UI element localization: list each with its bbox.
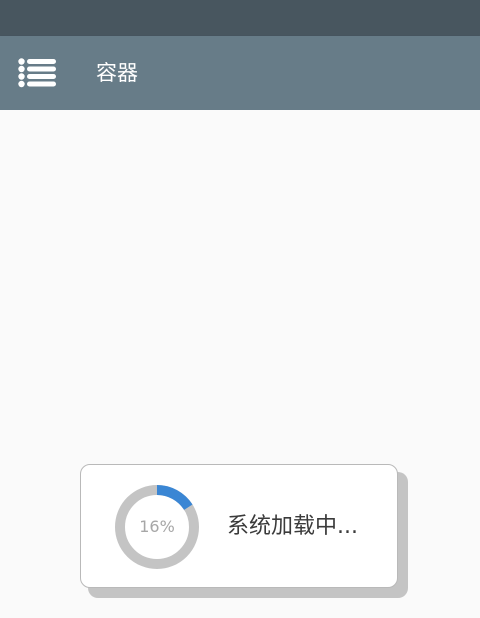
loading-message: 系统加载中...: [227, 514, 358, 539]
loading-dialog: 16% 系统加载中...: [80, 464, 398, 588]
app-bar: 容器: [0, 36, 480, 110]
menu-button[interactable]: [10, 46, 64, 100]
progress-percent-label: 16%: [139, 517, 175, 536]
menu-list-icon: [18, 58, 56, 88]
app-title: 容器: [96, 61, 138, 85]
status-bar: [0, 0, 480, 36]
progress-ring: 16%: [113, 483, 201, 571]
